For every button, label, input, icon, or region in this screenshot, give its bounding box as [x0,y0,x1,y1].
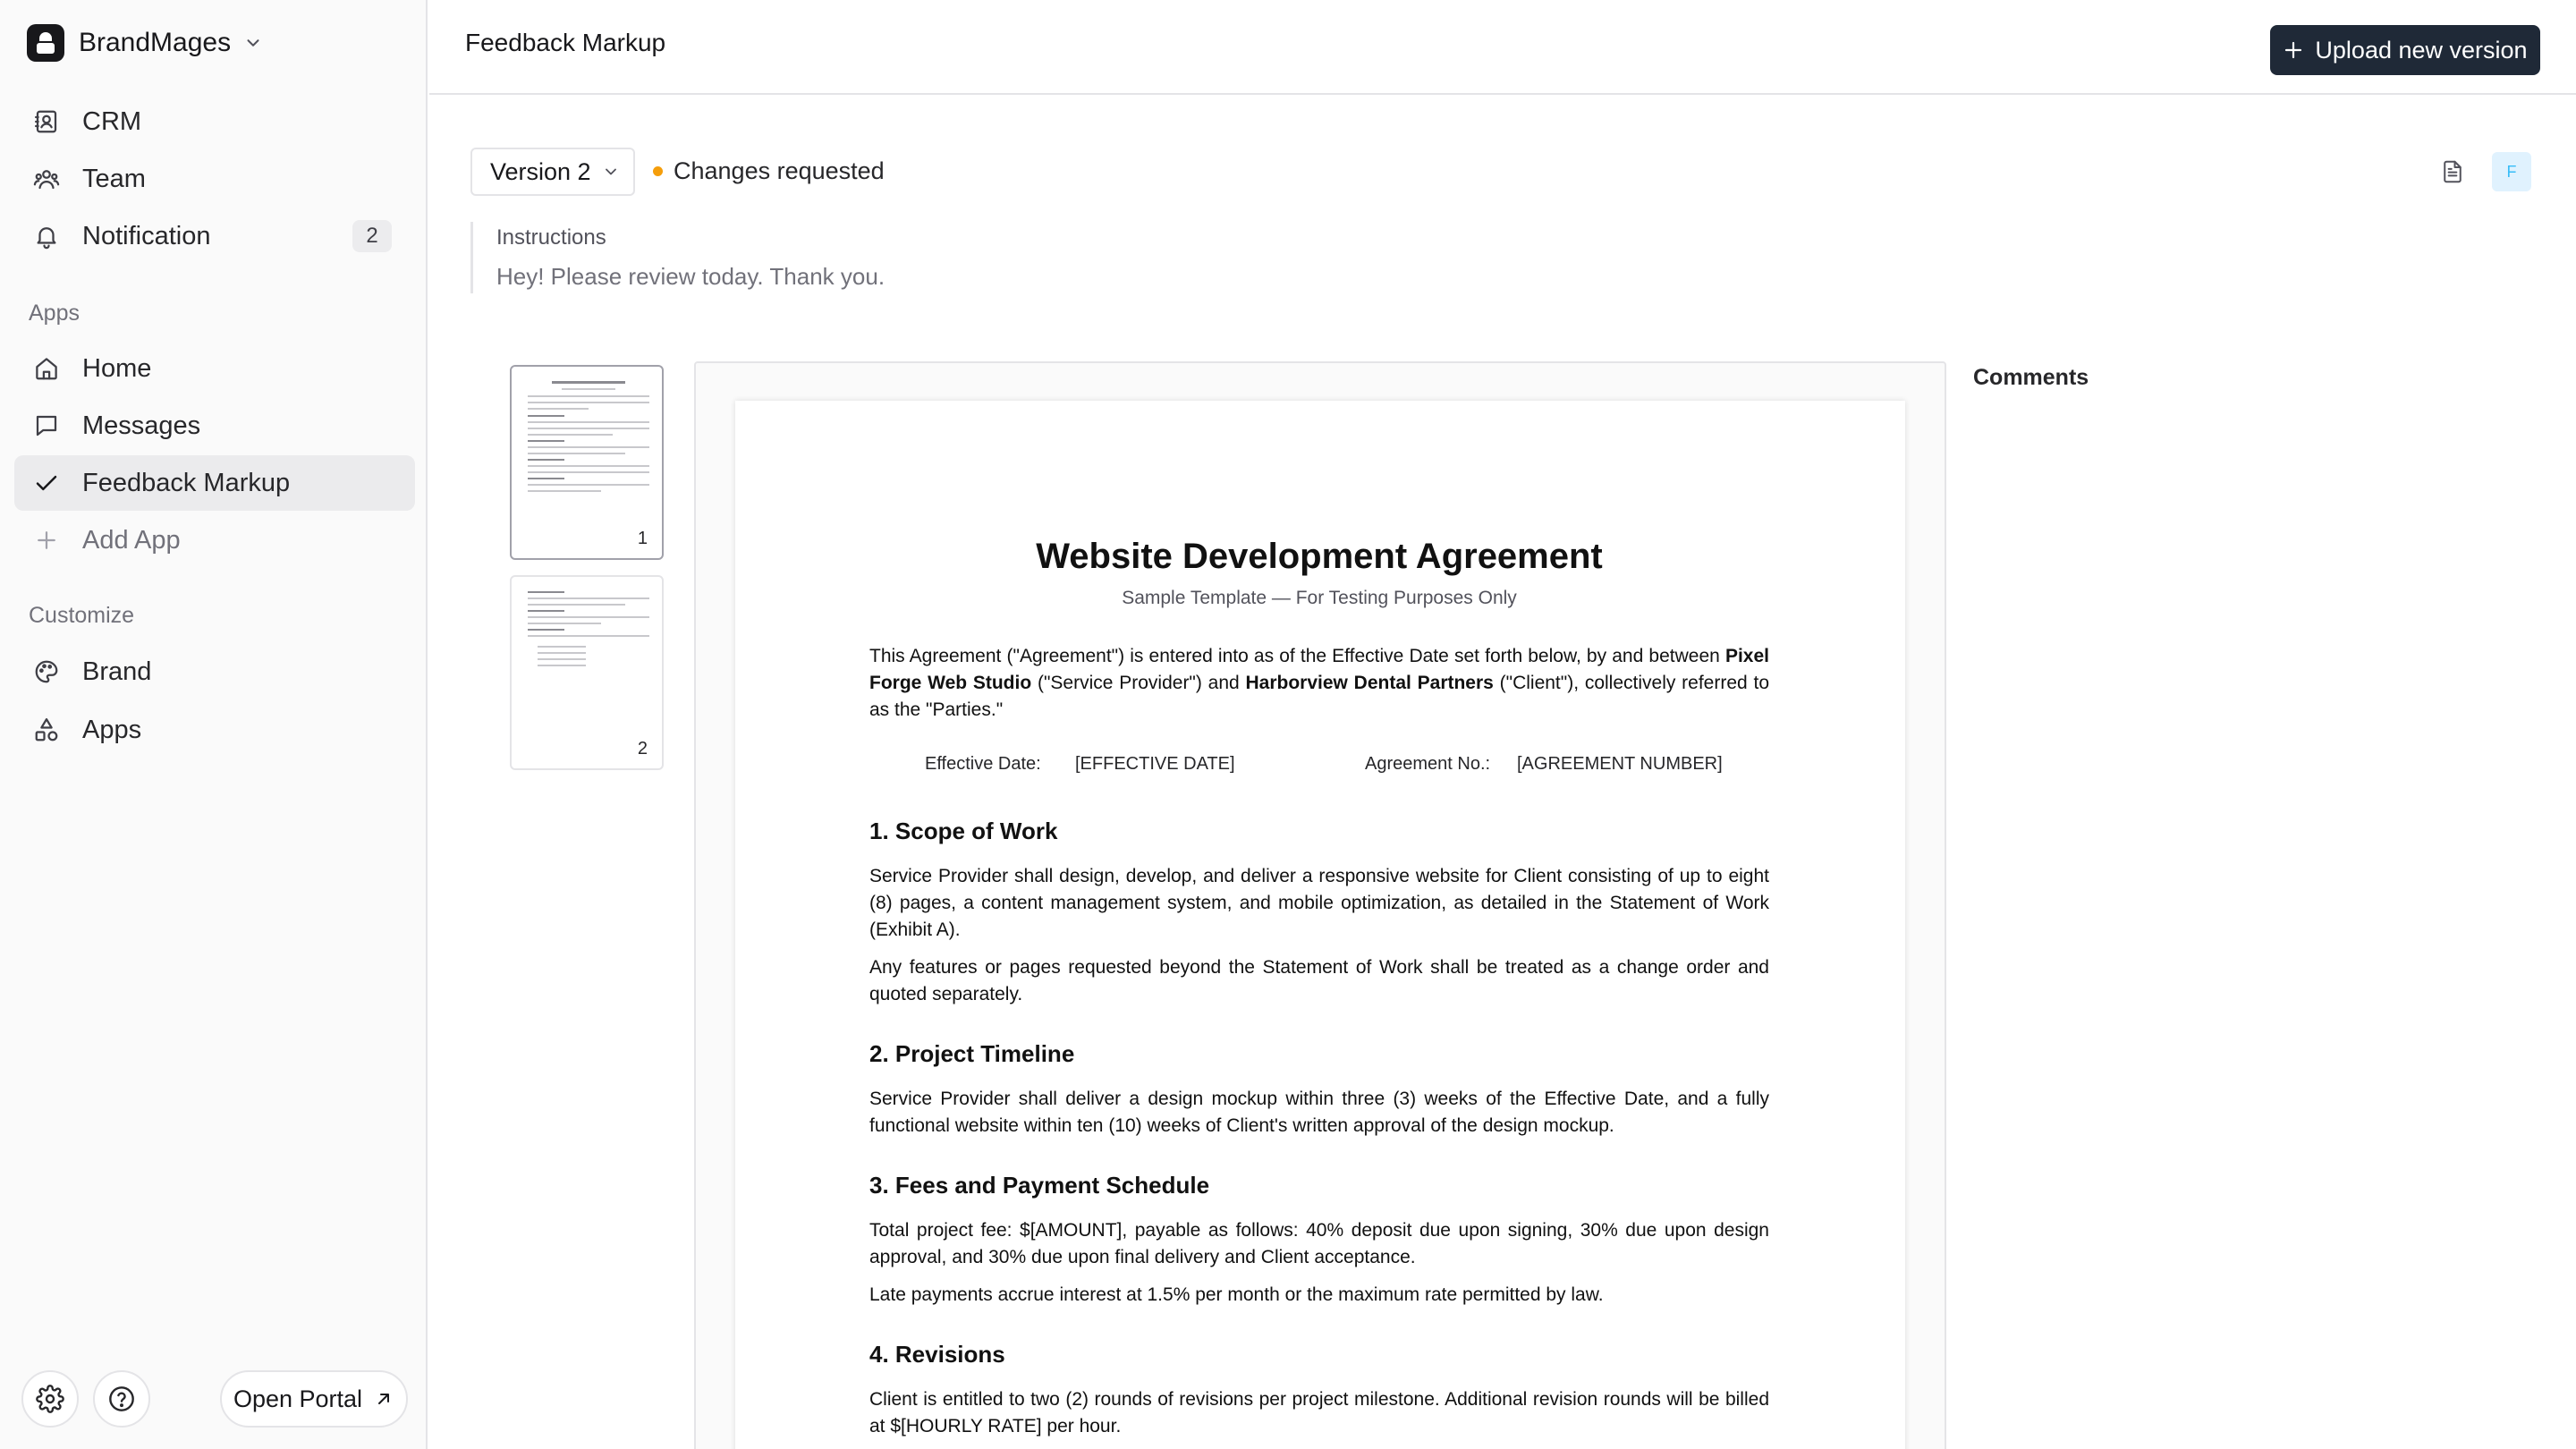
bell-icon [32,222,61,250]
document-view-button[interactable] [2433,152,2472,191]
sidebar-item-label: Add App [82,525,181,555]
sidebar-item-label: Team [82,164,146,193]
agreement-meta: Effective Date: [EFFECTIVE DATE] Agreeme… [869,754,1769,775]
version-select-value: Version 2 [490,157,591,185]
sidebar-item-add-app[interactable]: Add App [14,513,415,568]
team-icon [32,165,61,193]
version-select[interactable]: Version 2 [470,148,635,196]
document-intro: This Agreement ("Agreement") is entered … [869,643,1769,724]
document-title: Website Development Agreement [1036,537,1603,576]
page-title: Feedback Markup [465,29,666,56]
sidebar-item-crm[interactable]: CRM [14,94,415,149]
instructions-text: Hey! Please review today. Thank you. [496,263,886,290]
customize-section-label: Customize [29,603,135,628]
page-thumbnail-2[interactable]: 2 [510,575,664,770]
plus-icon [2285,41,2302,59]
sidebar-item-feedback-markup[interactable]: Feedback Markup [14,455,415,511]
section-paragraph: Late payments accrue interest at 1.5% pe… [869,1284,1604,1305]
sidebar-item-label: Brand [82,657,152,686]
sidebar-item-apps[interactable]: Apps [14,702,415,758]
apps-section-label: Apps [29,301,80,326]
sidebar-item-label: Messages [82,411,201,440]
sidebar-item-label: Home [82,353,152,383]
section-paragraph: Total project fee: $[AMOUNT], payable as… [869,1220,1769,1267]
agreement-number-value: [AGREEMENT NUMBER] [1517,754,1723,774]
chevron-down-icon [247,39,259,47]
thumbnail-preview [528,591,649,671]
thumbnail-preview [528,381,649,496]
status-dot [653,166,663,176]
comments-heading: Comments [1973,365,2089,390]
sidebar-item-label: CRM [82,106,142,136]
sidebar: BrandMages CRM Team Notification 2 Apps … [0,0,428,1449]
open-portal-label: Open Portal [233,1385,363,1412]
upload-new-version-button[interactable]: Upload new version [2270,25,2540,75]
instructions-block: Instructions Hey! Please review today. T… [470,222,885,293]
sidebar-item-brand[interactable]: Brand [14,644,415,699]
sidebar-item-messages[interactable]: Messages [14,398,415,453]
instructions-label: Instructions [496,225,606,250]
status-text: Changes requested [674,157,885,184]
section-paragraph: Client is entitled to two (2) rounds of … [869,1389,1769,1436]
workspace-logo-icon [27,24,64,62]
effective-date-value: [EFFECTIVE DATE] [1075,754,1235,774]
notification-count-badge: 2 [352,220,392,252]
plus-icon [32,526,61,555]
sidebar-item-label: Notification [82,221,211,250]
checkmark-icon [32,469,61,497]
sidebar-item-label: Feedback Markup [82,468,291,497]
intro-text: ("Service Provider") and [1031,673,1246,693]
settings-button[interactable] [21,1370,79,1428]
avatar[interactable]: F [2492,152,2531,191]
effective-date-label: Effective Date: [925,754,1041,774]
palette-icon [32,657,61,686]
sidebar-item-label: Apps [82,715,142,744]
top-header: Feedback Markup Upload new version [429,0,2576,95]
upload-button-label: Upload new version [2315,36,2528,64]
section-heading: 2. Project Timeline [869,1040,1075,1067]
intro-text: This Agreement ("Agreement") is entered … [869,646,1725,666]
external-arrow-icon [378,1394,390,1404]
document-content: Website Development Agreement Sample Tem… [869,537,1769,1440]
document-subtitle: Sample Template — For Testing Purposes O… [1122,588,1517,608]
sidebar-item-home[interactable]: Home [14,341,415,396]
sidebar-item-team[interactable]: Team [14,151,415,207]
open-portal-button[interactable]: Open Portal [220,1370,408,1428]
section-heading: 3. Fees and Payment Schedule [869,1172,1210,1199]
workspace-name: BrandMages [79,28,232,57]
agreement-number-label: Agreement No.: [1365,754,1491,774]
section-paragraph: Service Provider shall design, develop, … [869,866,1769,940]
contacts-book-icon [32,107,61,136]
section-heading: 4. Revisions [869,1341,1005,1368]
workspace-switcher[interactable]: BrandMages [27,23,263,63]
section-heading: 1. Scope of Work [869,818,1058,844]
chevron-down-icon [605,168,616,175]
help-button[interactable] [93,1370,150,1428]
thumbnail-page-number: 1 [637,529,648,548]
client-name: Harborview Dental Partners [1245,673,1494,693]
section-paragraph: Service Provider shall deliver a design … [869,1089,1769,1136]
status-badge: Changes requested [653,157,885,185]
home-icon [32,354,61,383]
thumbnail-page-number: 2 [637,739,648,758]
chat-bubble-icon [32,411,61,440]
section-paragraph: Any features or pages requested beyond t… [869,957,1769,1004]
page-thumbnail-1[interactable]: 1 [510,365,664,560]
sidebar-item-notification[interactable]: Notification 2 [14,208,415,264]
help-circle-icon [109,1386,134,1411]
gear-icon [36,1385,64,1413]
shapes-icon [32,716,61,744]
document-icon [2444,160,2462,183]
